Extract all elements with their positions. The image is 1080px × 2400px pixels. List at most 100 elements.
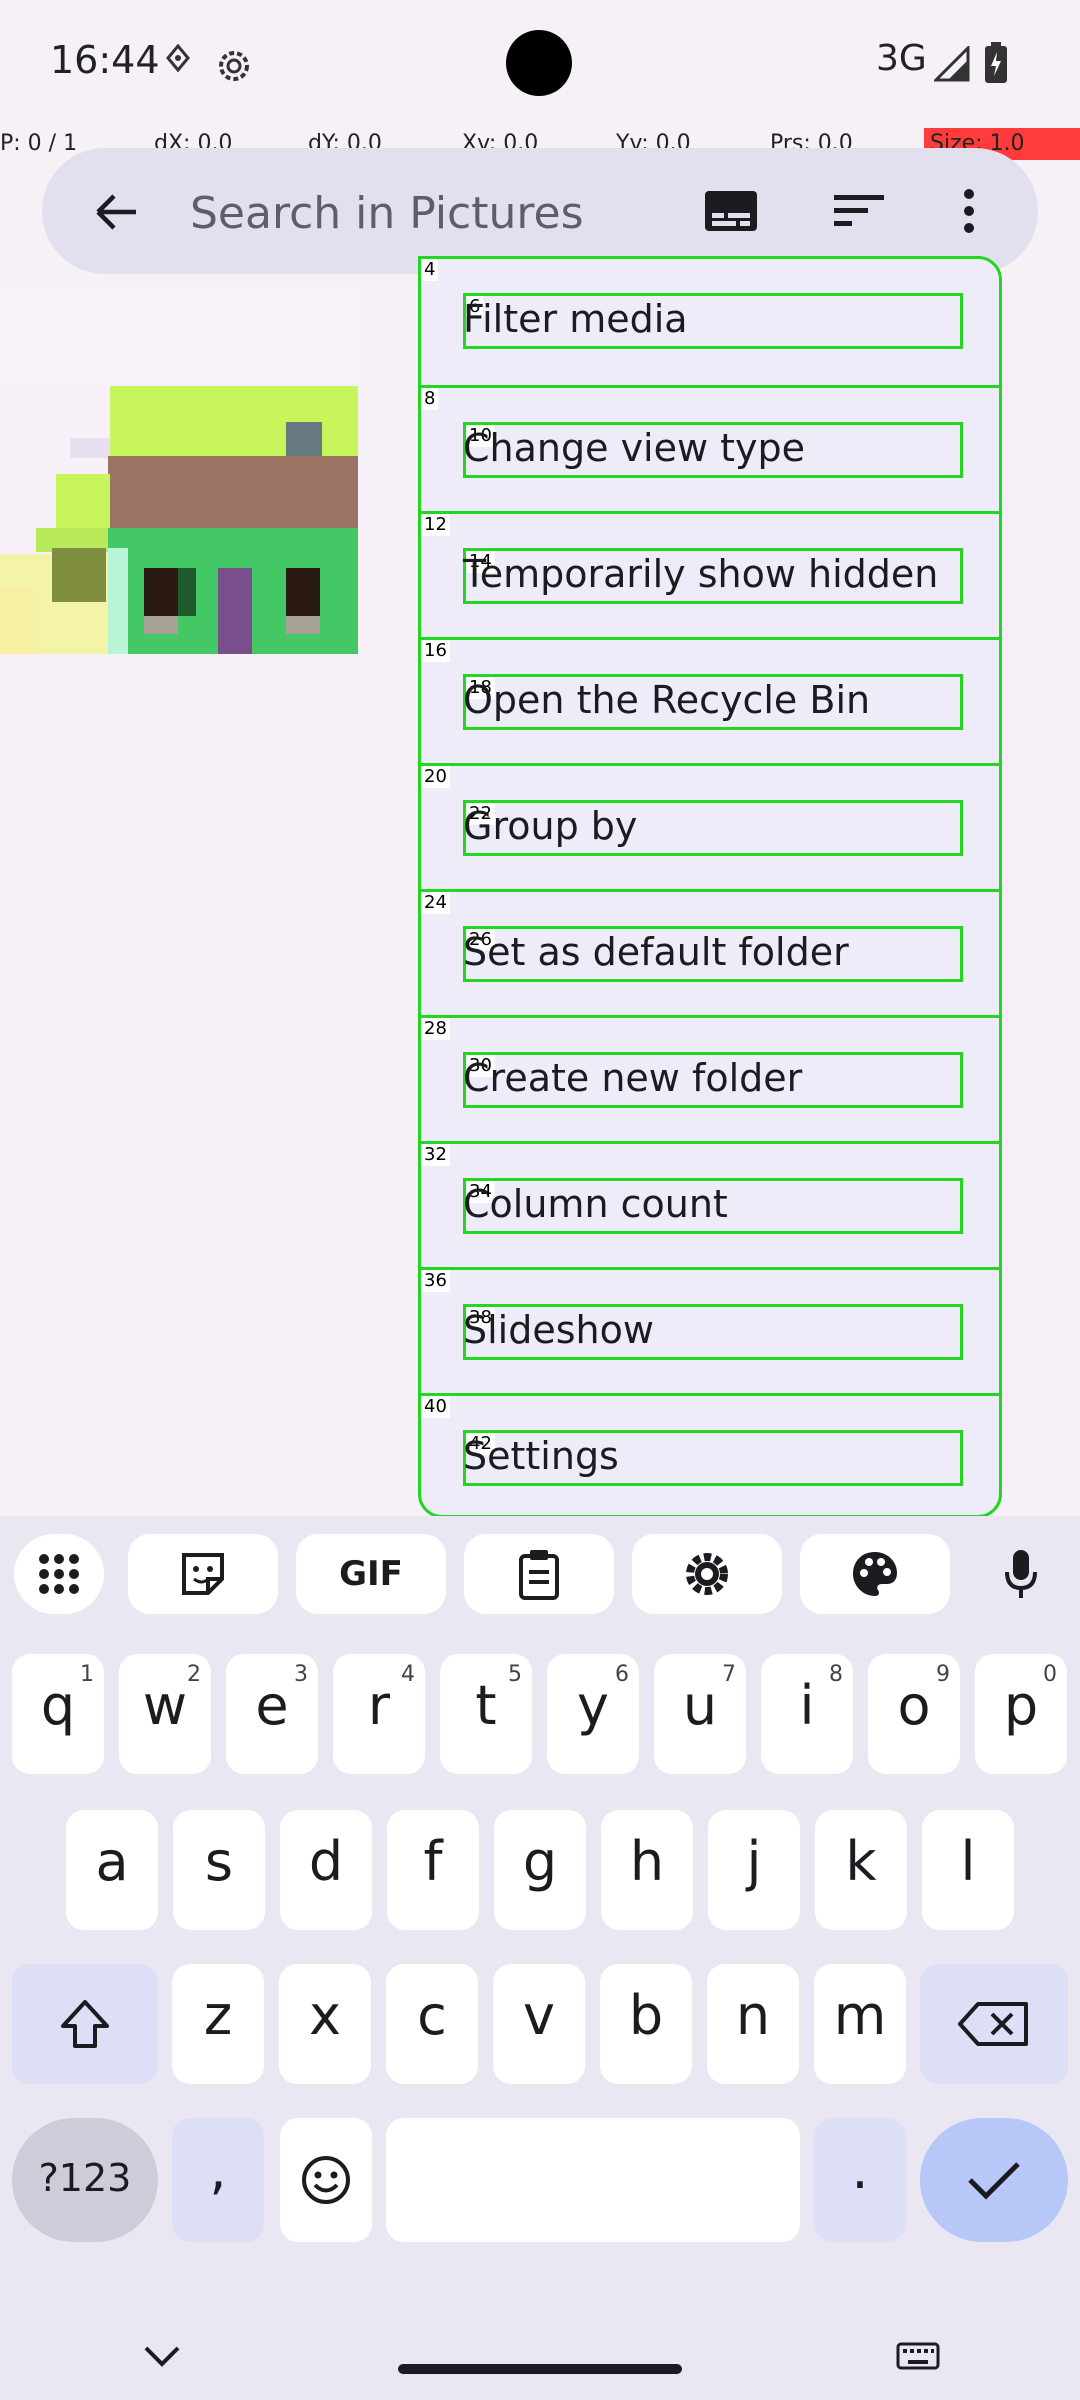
menu-item-label: Temporarily show hidden: [463, 552, 939, 596]
menu-item[interactable]: 24 26 Set as default folder: [421, 889, 999, 1015]
menu-item-label: Open the Recycle Bin: [463, 678, 871, 722]
checkmark-icon: [968, 2162, 1020, 2200]
location-icon: [164, 43, 192, 82]
key-hint: 7: [722, 1662, 736, 1687]
keyboard-settings-button[interactable]: [632, 1534, 782, 1614]
key-label: f: [423, 1830, 443, 1893]
key-p[interactable]: p0: [975, 1654, 1067, 1774]
clock: 16:44: [50, 38, 160, 82]
menu-item[interactable]: 8 10 Change view type: [421, 385, 999, 511]
back-button[interactable]: [74, 178, 158, 246]
clipboard-icon: [519, 1550, 559, 1600]
key-hint: 1: [80, 1662, 94, 1687]
menu-item-label: Column count: [463, 1182, 728, 1226]
key-hint: 3: [294, 1662, 308, 1687]
key-v[interactable]: v: [493, 1964, 585, 2084]
hide-keyboard-button[interactable]: [142, 2342, 182, 2374]
key-label: h: [629, 1830, 665, 1893]
chevron-down-icon: [144, 2346, 180, 2367]
key-r[interactable]: r4: [333, 1654, 425, 1774]
backspace-key[interactable]: [920, 1964, 1068, 2084]
key-q[interactable]: q1: [12, 1654, 104, 1774]
key-b[interactable]: b: [600, 1964, 692, 2084]
key-label: b: [628, 1984, 664, 2047]
sort-button[interactable]: [824, 178, 894, 244]
palette-icon: [853, 1552, 897, 1596]
menu-item[interactable]: 4 6 Filter media: [421, 259, 999, 385]
more-options-button[interactable]: [934, 178, 1004, 244]
comma-key[interactable]: ,: [172, 2118, 264, 2242]
key-m[interactable]: m: [814, 1964, 906, 2084]
period-key[interactable]: .: [814, 2118, 906, 2242]
key-h[interactable]: h: [601, 1810, 693, 1930]
key-d[interactable]: d: [280, 1810, 372, 1930]
key-u[interactable]: u7: [654, 1654, 746, 1774]
signal-icon: [932, 44, 970, 86]
element-id-badge: 24: [421, 892, 450, 914]
element-id-badge: 12: [421, 514, 450, 536]
key-hint: 5: [508, 1662, 522, 1687]
key-l[interactable]: l: [922, 1810, 1014, 1930]
enter-key[interactable]: [920, 2118, 1068, 2242]
space-key[interactable]: [386, 2118, 800, 2242]
key-g[interactable]: g: [494, 1810, 586, 1930]
battery-icon: [984, 42, 1008, 88]
menu-item[interactable]: 40 42 Settings: [421, 1393, 999, 1515]
key-i[interactable]: i8: [761, 1654, 853, 1774]
search-input[interactable]: [188, 176, 692, 250]
keyboard-apps-button[interactable]: [14, 1534, 104, 1614]
key-label: a: [95, 1830, 129, 1893]
menu-item[interactable]: 12 14 Temporarily show hidden: [421, 511, 999, 637]
network-type-label: 3G: [876, 38, 927, 79]
theme-button[interactable]: [800, 1534, 950, 1614]
emoji-icon: [302, 2156, 350, 2204]
key-label: v: [523, 1984, 555, 2047]
key-e[interactable]: e3: [226, 1654, 318, 1774]
toggle-filename-button[interactable]: [696, 178, 766, 244]
shift-key[interactable]: [12, 1964, 158, 2084]
key-s[interactable]: s: [173, 1810, 265, 1930]
key-label: z: [203, 1984, 233, 2047]
clipboard-button[interactable]: [464, 1534, 614, 1614]
gesture-handle: [398, 2364, 682, 2374]
key-w[interactable]: w2: [119, 1654, 211, 1774]
key-x[interactable]: x: [279, 1964, 371, 2084]
menu-item[interactable]: 20 22 Group by: [421, 763, 999, 889]
element-id-badge: 8: [421, 388, 439, 410]
menu-item[interactable]: 28 30 Create new folder: [421, 1015, 999, 1141]
key-label: n: [735, 1984, 771, 2047]
gif-button[interactable]: GIF: [296, 1534, 446, 1614]
sticker-button[interactable]: [128, 1534, 278, 1614]
emoji-key[interactable]: [280, 2118, 372, 2242]
element-id-badge: 40: [421, 1396, 450, 1418]
key-n[interactable]: n: [707, 1964, 799, 2084]
switch-keyboard-button[interactable]: [896, 2342, 940, 2376]
key-c[interactable]: c: [386, 1964, 478, 2084]
menu-item[interactable]: 16 18 Open the Recycle Bin: [421, 637, 999, 763]
key-o[interactable]: o9: [868, 1654, 960, 1774]
key-f[interactable]: f: [387, 1810, 479, 1930]
voice-input-button[interactable]: [976, 1534, 1066, 1614]
key-z[interactable]: z: [172, 1964, 264, 2084]
key-k[interactable]: k: [815, 1810, 907, 1930]
camera-cutout: [506, 30, 572, 96]
menu-item[interactable]: 32 34 Column count: [421, 1141, 999, 1267]
overflow-menu: 4 6 Filter media 8 10 Change view type 12 14 Tem…: [418, 256, 1002, 1518]
key-a[interactable]: a: [66, 1810, 158, 1930]
media-thumbnail[interactable]: [0, 294, 358, 654]
key-label: d: [308, 1830, 344, 1893]
symbols-key[interactable]: ?123: [12, 2118, 158, 2242]
element-id-badge: 28: [421, 1018, 450, 1040]
microphone-icon: [1005, 1550, 1037, 1598]
key-label: x: [309, 1984, 341, 2047]
menu-item[interactable]: 36 38 Slideshow: [421, 1267, 999, 1393]
gif-label: GIF: [339, 1554, 403, 1594]
more-vert-icon: [964, 189, 974, 233]
key-j[interactable]: j: [708, 1810, 800, 1930]
key-y[interactable]: y6: [547, 1654, 639, 1774]
key-hint: 0: [1043, 1662, 1057, 1687]
key-hint: 9: [936, 1662, 950, 1687]
comma-label: ,: [209, 2138, 227, 2201]
key-label: k: [845, 1830, 877, 1893]
key-t[interactable]: t5: [440, 1654, 532, 1774]
